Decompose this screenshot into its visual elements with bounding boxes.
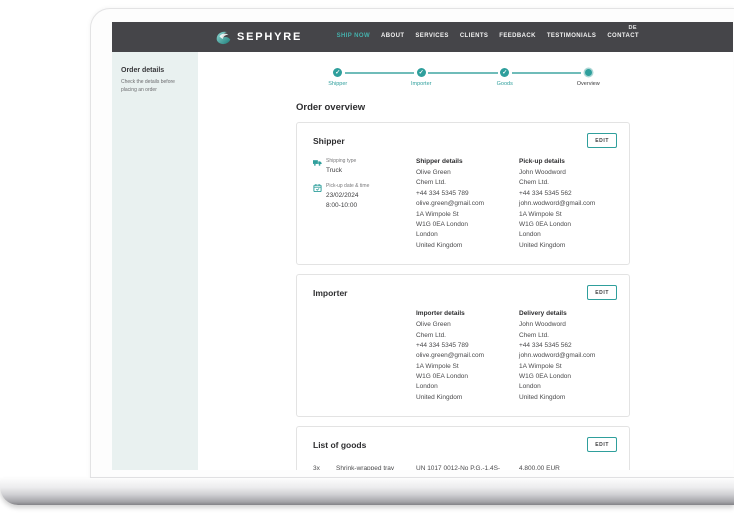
laptop-base [0,478,734,505]
contact-name: Olive Green [416,169,451,176]
nav-item-testimonials[interactable]: TESTIMONIALS [547,33,596,39]
shipper-details-column: Shipper details Olive Green Chem Ltd. +4… [416,158,519,251]
postcode-city: W1G 0EA London [519,220,572,228]
nav-item-services[interactable]: SERVICES [415,33,448,39]
postcode-city: W1G 0EA London [416,373,469,381]
app-screen: SEPHYRE DE SHIP NOW ABOUT SERVICES CLIEN… [112,22,733,470]
page-title: Order overview [296,102,366,113]
address-line: 1A Wimpole St [416,362,459,370]
sidebar-description: Check the details before placing an orde… [121,79,175,93]
nav-menu: SHIP NOW ABOUT SERVICES CLIENTS FEEDBACK… [337,33,639,39]
postcode-city: W1G 0EA London [519,373,572,381]
step-current-dot-icon [584,69,592,76]
company: Chem Ltd. [519,331,549,339]
shipping-type-value: Truck [326,167,343,174]
goods-description: UN 1017 0012-No P.G.-1.4S-CARTRIDGES FOR… [416,464,519,470]
nav-item-about[interactable]: ABOUT [381,33,404,39]
goods-packaging-name: Shrink-wrapped tray (Limited Quantities) [336,465,395,470]
sidebar-title: Order details [121,67,165,74]
shipper-card-title: Shipper [313,135,345,146]
step-goods[interactable]: Goods [428,68,547,87]
phone: +44 334 5345 562 [519,341,572,349]
country: United Kingdom [416,241,463,249]
address-line: 1A Wimpole St [416,210,459,218]
calendar-icon [313,183,322,211]
order-details-sidebar: Order details Check the details before p… [112,52,198,470]
city: London [519,383,541,391]
city: London [416,383,438,391]
edit-importer-button[interactable]: EDIT [587,285,617,301]
pickup-date: 23/02/2024 [326,191,359,199]
city: London [416,231,438,239]
shipper-card: Shipper EDIT Shipping type Truck Pick-up… [296,122,630,266]
company: Chem Ltd. [416,179,446,187]
postcode-city: W1G 0EA London [416,220,469,228]
step-shipper[interactable]: Shipper [296,68,380,87]
company: Chem Ltd. [416,331,446,339]
truck-icon [313,158,322,176]
edit-shipper-button[interactable]: EDIT [587,133,617,148]
address-line: 1A Wimpole St [519,210,562,218]
main-area: Shipper Importer Goods [198,52,733,470]
goods-card-title: List of goods [313,439,367,450]
brand-name: SEPHYRE [237,31,303,43]
step-complete-check-icon [333,68,343,77]
city: London [519,231,541,239]
goods-metrics: 4,800.00 EUR Net 120 kg Gross 210 kg L10… [519,464,617,470]
email: olive.green@gmail.com [416,352,485,360]
pickup-datetime-label: Pick-up date & time [326,182,370,189]
edit-goods-button[interactable]: EDIT [587,437,617,453]
step-importer[interactable]: Importer [344,68,464,87]
goods-price: 4,800.00 EUR [519,465,560,470]
nav-item-feedback[interactable]: FEEDBACK [499,33,536,39]
pickup-details-column: Pick-up details John Woodword Chem Ltd. … [519,158,617,251]
contact-name: John Woodword [519,321,566,329]
country: United Kingdom [519,241,566,249]
step-complete-check-icon [416,68,426,77]
goods-item-row: 3x Shrink-wrapped tray (Limited Quantiti… [297,460,629,470]
phone: +44 334 5345 789 [416,189,469,197]
country: United Kingdom [416,393,463,401]
top-nav: DE SHIP NOW ABOUT SERVICES CLIENTS FEEDB… [337,25,639,39]
country: United Kingdom [519,393,566,401]
contact-name: Olive Green [416,321,451,329]
contact-name: John Woodword [519,169,566,176]
phone: +44 334 5345 562 [519,189,572,197]
step-overview[interactable]: Overview [511,68,631,87]
delivery-details-column: Delivery details John Woodword Chem Ltd.… [519,310,617,403]
progress-stepper: Shipper Importer Goods [296,52,630,87]
wave-swirl-icon [216,31,231,44]
goods-quantity: 3x [313,465,320,470]
address-line: 1A Wimpole St [519,362,562,370]
un-classification: UN 1017 0012-No P.G.-1.4S-CARTRIDGES FOR… [416,465,501,470]
laptop-mockup: SEPHYRE DE SHIP NOW ABOUT SERVICES CLIEN… [0,0,734,513]
shipping-type-label: Shipping type [326,158,357,164]
step-complete-check-icon [500,68,510,77]
nav-item-ship-now[interactable]: SHIP NOW [337,33,370,39]
email: john.wodword@gmail.com [519,352,596,360]
nav-item-contact[interactable]: CONTACT [607,33,639,39]
pickup-time: 8:00-10:00 [326,201,358,209]
importer-details-column: Importer details Olive Green Chem Ltd. +… [416,310,519,403]
brand-logo[interactable]: SEPHYRE [215,30,302,45]
top-nav-bar: SEPHYRE DE SHIP NOW ABOUT SERVICES CLIEN… [112,22,733,52]
phone: +44 334 5345 789 [416,341,469,349]
email: john.wodword@gmail.com [519,200,596,208]
nav-item-clients[interactable]: CLIENTS [460,33,488,39]
company: Chem Ltd. [519,179,549,187]
importer-card-title: Importer [313,287,348,298]
importer-card: Importer EDIT Importer details Olive Gre… [296,274,630,418]
shipment-meta-column: Shipping type Truck Pick-up date & time … [313,158,416,251]
language-switcher[interactable]: DE [629,25,637,31]
goods-card: List of goods EDIT 3x Shrink-wrapped tra… [296,426,630,470]
email: olive.green@gmail.com [416,200,485,208]
